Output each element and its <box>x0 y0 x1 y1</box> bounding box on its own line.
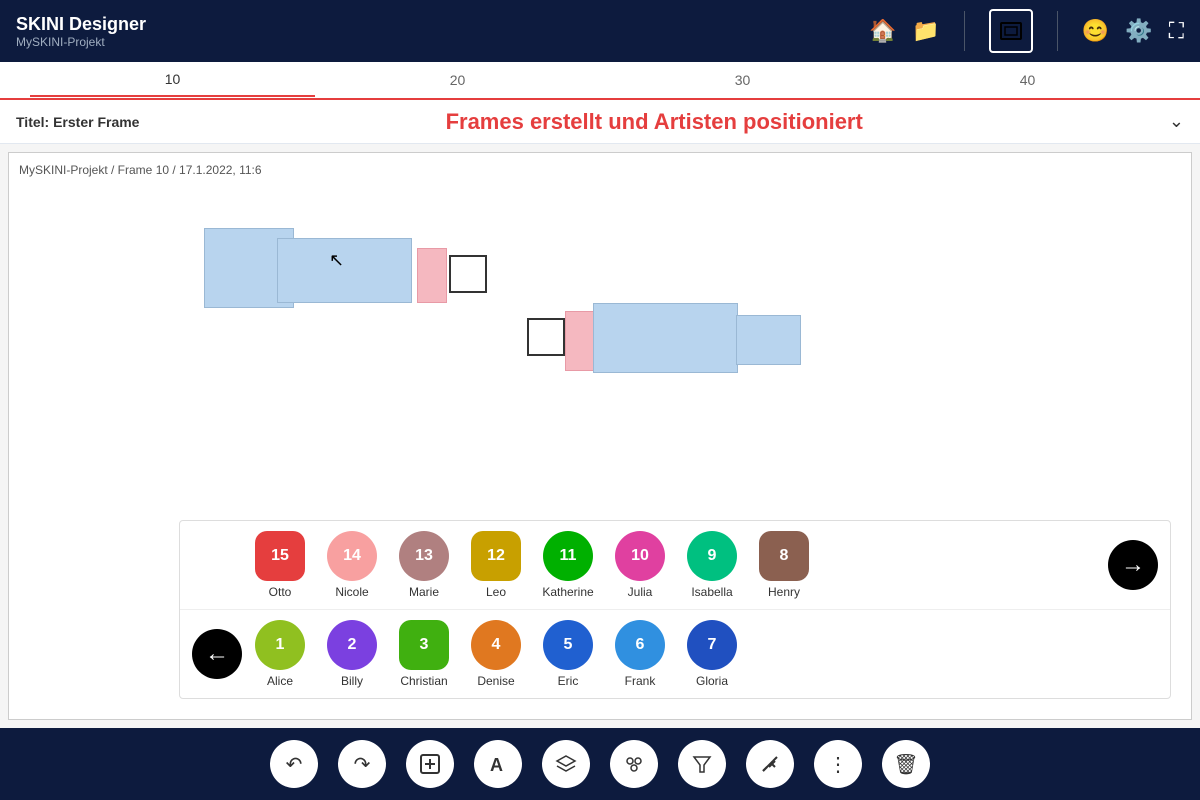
artist-katherine[interactable]: 11 Katherine <box>534 531 602 599</box>
artist-denise[interactable]: 4 Denise <box>462 620 530 688</box>
project-subtitle: MySKINI-Projekt <box>16 35 869 49</box>
artist-name-eric: Eric <box>558 674 579 688</box>
svg-text:A: A <box>490 755 503 775</box>
artist-circle-gloria[interactable]: 7 <box>687 620 737 670</box>
artist-name-katherine: Katherine <box>542 585 593 599</box>
artist-row-2: ← 1 Alice 2 Billy 3 Christian 4 Denise 5 Eric 6 Fra… <box>180 610 1170 698</box>
home-icon[interactable]: 🏠 <box>869 18 896 44</box>
artist-circle-henry[interactable]: 8 <box>759 531 809 581</box>
artist-circle-alice[interactable]: 1 <box>255 620 305 670</box>
artist-circle-katherine[interactable]: 11 <box>543 531 593 581</box>
text-button[interactable]: A <box>474 740 522 788</box>
folder-icon[interactable]: 📁 <box>912 18 939 44</box>
chevron-down-icon[interactable]: ⌄ <box>1169 111 1184 132</box>
more-button[interactable]: ⋮ <box>814 740 862 788</box>
frame-title-value: Erster Frame <box>53 114 139 130</box>
stage-shape-2 <box>277 238 412 303</box>
add-frame-button[interactable] <box>406 740 454 788</box>
artist-frank[interactable]: 6 Frank <box>606 620 674 688</box>
artist-circle-denise[interactable]: 4 <box>471 620 521 670</box>
redo-button[interactable]: ↷ <box>338 740 386 788</box>
artist-julia[interactable]: 10 Julia <box>606 531 674 599</box>
artist-name-billy: Billy <box>341 674 363 688</box>
artist-name-otto: Otto <box>269 585 292 599</box>
artist-grid: 15Otto14Nicole13Marie12Leo11Katherine10J… <box>179 520 1171 699</box>
artist-henry[interactable]: 8 Henry <box>750 531 818 599</box>
stage-shape-3 <box>417 248 447 303</box>
artist-name-isabella: Isabella <box>691 585 732 599</box>
artist-alice[interactable]: 1 Alice <box>246 620 314 688</box>
artist-nicole[interactable]: 14 Nicole <box>318 531 386 599</box>
stage-shape-4 <box>449 255 487 293</box>
prev-page-button[interactable]: ← <box>192 629 242 679</box>
brand: SKINI Designer MySKINI-Projekt <box>16 14 869 49</box>
artist-circle-julia[interactable]: 10 <box>615 531 665 581</box>
artist-name-gloria: Gloria <box>696 674 728 688</box>
artist-billy[interactable]: 2 Billy <box>318 620 386 688</box>
artist-christian[interactable]: 3 Christian <box>390 620 458 688</box>
title-bar: Titel: Erster Frame Frames erstellt und … <box>0 100 1200 144</box>
artist-name-christian: Christian <box>400 674 447 688</box>
artist-circle-leo[interactable]: 12 <box>471 531 521 581</box>
artist-name-henry: Henry <box>768 585 800 599</box>
delete-button[interactable]: 🗑 <box>882 740 930 788</box>
filter-button[interactable] <box>678 740 726 788</box>
artist-gloria[interactable]: 7 Gloria <box>678 620 746 688</box>
timeline-30[interactable]: 30 <box>600 64 885 96</box>
frame-comment: Frames erstellt und Artisten positionier… <box>139 109 1168 135</box>
artist-circle-frank[interactable]: 6 <box>615 620 665 670</box>
main-area: MySKINI-Projekt / Frame 10 / 17.1.2022, … <box>0 144 1200 728</box>
artist-name-leo: Leo <box>486 585 506 599</box>
canvas: MySKINI-Projekt / Frame 10 / 17.1.2022, … <box>8 152 1192 720</box>
header: SKINI Designer MySKINI-Projekt 🏠 📁 😊 ⚙️ … <box>0 0 1200 62</box>
stage-shape-6 <box>565 311 595 371</box>
titel-word: Titel: <box>16 114 49 130</box>
artist-name-julia: Julia <box>628 585 653 599</box>
artist-eric[interactable]: 5 Eric <box>534 620 602 688</box>
artist-circle-marie[interactable]: 13 <box>399 531 449 581</box>
timeline-20[interactable]: 20 <box>315 64 600 96</box>
layers-button[interactable] <box>542 740 590 788</box>
artist-name-frank: Frank <box>625 674 656 688</box>
artist-leo[interactable]: 12 Leo <box>462 531 530 599</box>
artist-name-alice: Alice <box>267 674 293 688</box>
header-icons: 🏠 📁 😊 ⚙️ ⛶ <box>869 9 1184 53</box>
timeline: 10 20 30 40 <box>0 62 1200 100</box>
tools-button[interactable] <box>746 740 794 788</box>
artist-marie[interactable]: 13 Marie <box>390 531 458 599</box>
artist-row-1: 15 Otto 14 Nicole 13 Marie 12 Leo 11 Katherine 10 J… <box>180 521 1170 610</box>
artist-circle-nicole[interactable]: 14 <box>327 531 377 581</box>
separator2 <box>1057 11 1058 51</box>
artist-isabella[interactable]: 9 Isabella <box>678 531 746 599</box>
frame-title-label: Titel: Erster Frame <box>16 114 139 130</box>
artist-circle-isabella[interactable]: 9 <box>687 531 737 581</box>
stage-shape-8 <box>736 315 801 365</box>
stage-shape-7 <box>593 303 738 373</box>
group-button[interactable] <box>610 740 658 788</box>
fullscreen-icon[interactable]: ⛶ <box>1169 18 1184 44</box>
canvas-path: MySKINI-Projekt / Frame 10 / 17.1.2022, … <box>19 163 262 177</box>
artist-name-marie: Marie <box>409 585 439 599</box>
artist-otto[interactable]: 15 Otto <box>246 531 314 599</box>
face-icon[interactable]: 😊 <box>1082 18 1109 44</box>
artist-circle-billy[interactable]: 2 <box>327 620 377 670</box>
undo-button[interactable]: ↶ <box>270 740 318 788</box>
timeline-10[interactable]: 10 <box>30 63 315 97</box>
artist-circle-christian[interactable]: 3 <box>399 620 449 670</box>
artist-circle-otto[interactable]: 15 <box>255 531 305 581</box>
artist-name-denise: Denise <box>477 674 514 688</box>
artist-circle-eric[interactable]: 5 <box>543 620 593 670</box>
settings-icon[interactable]: ⚙️ <box>1125 18 1152 44</box>
stage-shape-5 <box>527 318 565 356</box>
screen-icon[interactable] <box>989 9 1033 53</box>
bottom-toolbar: ↶ ↷ A ⋮ 🗑 <box>0 728 1200 800</box>
stage-area: ↖ <box>9 193 1191 563</box>
next-page-button[interactable]: → <box>1108 540 1158 590</box>
separator <box>964 11 965 51</box>
timeline-40[interactable]: 40 <box>885 64 1170 96</box>
app-title: SKINI Designer <box>16 14 869 35</box>
artist-name-nicole: Nicole <box>335 585 368 599</box>
